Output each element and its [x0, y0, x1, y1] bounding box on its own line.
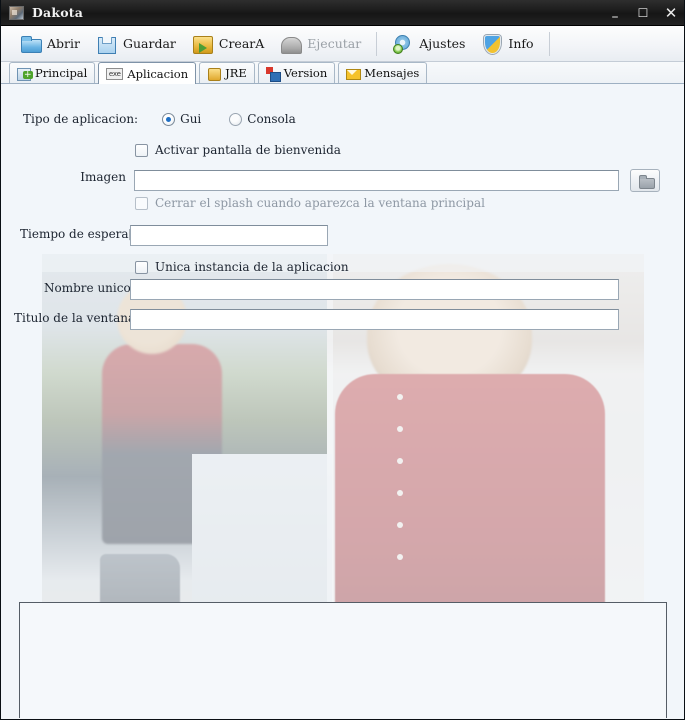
app-icon [9, 5, 24, 20]
package-icon [192, 34, 214, 54]
floppy-save-icon [96, 34, 118, 54]
run-icon [280, 34, 303, 54]
close-splash-label: Cerrar el splash cuando aparezca la vent… [155, 196, 485, 210]
splash-enable-checkbox[interactable] [135, 143, 148, 157]
app-type-label: Tipo de aplicacion: [23, 112, 139, 126]
wait-time-label: Tiempo de espera[s] [20, 227, 145, 241]
toolbar-label-guardar: Guardar [122, 36, 176, 51]
maximize-button[interactable]: ☐ [636, 7, 650, 19]
close-button[interactable]: ✕ [664, 5, 678, 21]
image-row: Imagen [77, 170, 126, 184]
toolbar-label-abrir: Abrir [47, 36, 80, 51]
window-title-label: Titulo de la ventana: [14, 311, 140, 325]
radio-consola-label: Consola [247, 112, 296, 126]
shield-icon [481, 34, 503, 54]
tab-aplicacion[interactable]: exe Aplicacion [98, 62, 197, 84]
radio-consola[interactable]: Consola [229, 112, 296, 126]
single-instance-checkbox[interactable] [135, 260, 148, 274]
principal-icon [17, 67, 33, 81]
wait-time-row: Tiempo de espera[s] [20, 227, 144, 241]
image-input[interactable] [134, 170, 619, 191]
output-console-text [20, 603, 666, 609]
toolbar-label-info: Info [508, 36, 534, 51]
toolbar-button-creara[interactable]: CrearA [185, 31, 271, 57]
single-instance-row[interactable]: Unica instancia de la aplicacion [135, 260, 349, 274]
toolbar-label-ejecutar: Ejecutar [307, 36, 362, 51]
toolbar-button-info[interactable]: Info [474, 31, 540, 57]
toolbar-separator-2 [548, 31, 550, 56]
exe-icon: exe [106, 67, 124, 80]
toolbar-button-ejecutar: Ejecutar [273, 31, 368, 57]
toolbar: Abrir Guardar CrearA Ejecutar Ajustes In… [1, 26, 684, 62]
tab-content-aplicacion: Tipo de aplicacion: Gui Consola Activar … [1, 84, 684, 718]
toolbar-button-guardar[interactable]: Guardar [89, 31, 183, 57]
tab-version[interactable]: Version [257, 62, 336, 83]
window-controls: – ☐ ✕ [608, 0, 678, 26]
radio-consola-indicator[interactable] [229, 112, 243, 126]
window-title-input[interactable] [130, 309, 619, 330]
app-type-row: Tipo de aplicacion: Gui Consola [23, 112, 296, 126]
close-splash-checkbox [135, 196, 148, 210]
unique-name-label: Nombre unico: [44, 281, 135, 295]
tab-bar: Principal exe Aplicacion JRE Version Men… [1, 62, 684, 84]
tab-label-version: Version [283, 66, 328, 80]
image-browse-button[interactable] [630, 169, 660, 192]
tab-label-principal: Principal [35, 66, 88, 80]
toolbar-label-ajustes: Ajustes [419, 36, 466, 51]
jre-icon [207, 67, 222, 81]
unique-name-input[interactable] [130, 279, 619, 300]
tab-mensajes[interactable]: Mensajes [338, 62, 428, 83]
splash-enable-row[interactable]: Activar pantalla de bienvenida [135, 143, 341, 157]
unique-name-row: Nombre unico: [44, 281, 135, 295]
single-instance-label: Unica instancia de la aplicacion [155, 260, 349, 274]
mensajes-icon [346, 67, 362, 80]
window-title-row: Titulo de la ventana: [14, 311, 139, 325]
tab-label-mensajes: Mensajes [364, 66, 420, 80]
version-icon [265, 66, 281, 82]
gear-icon [392, 34, 414, 54]
tab-label-jre: JRE [225, 66, 247, 80]
close-splash-row: Cerrar el splash cuando aparezca la vent… [135, 196, 485, 210]
folder-open-icon [20, 34, 42, 54]
toolbar-button-abrir[interactable]: Abrir [13, 31, 87, 57]
tab-principal[interactable]: Principal [9, 62, 96, 83]
radio-gui-indicator[interactable] [162, 112, 176, 126]
window-title: Dakota [32, 5, 84, 20]
application-window: Dakota – ☐ ✕ Abrir Guardar CrearA Ejecut… [0, 0, 685, 720]
tab-label-aplicacion: Aplicacion [127, 66, 189, 81]
image-label: Imagen [80, 170, 126, 184]
title-bar: Dakota – ☐ ✕ [1, 0, 684, 26]
wait-time-input[interactable] [130, 225, 328, 246]
toolbar-button-ajustes[interactable]: Ajustes [385, 31, 472, 57]
splash-enable-label: Activar pantalla de bienvenida [155, 143, 341, 157]
output-console-panel[interactable] [19, 602, 667, 718]
radio-gui[interactable]: Gui [162, 112, 201, 126]
tab-jre[interactable]: JRE [199, 62, 255, 83]
radio-gui-label: Gui [180, 112, 202, 126]
toolbar-label-creara: CrearA [218, 36, 265, 51]
minimize-button[interactable]: – [608, 10, 622, 24]
toolbar-separator-1 [376, 31, 378, 56]
